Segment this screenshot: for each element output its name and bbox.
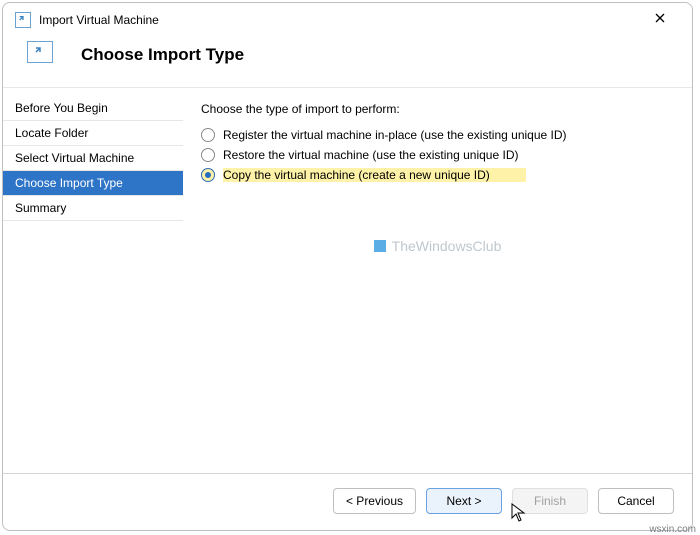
sidebar-item-choose-import-type[interactable]: Choose Import Type bbox=[3, 171, 183, 196]
wizard-content: Choose the type of import to perform: Re… bbox=[183, 88, 692, 473]
wizard-footer: < Previous Next > Finish Cancel bbox=[3, 473, 692, 530]
option-restore[interactable]: Restore the virtual machine (use the exi… bbox=[201, 148, 674, 162]
sidebar-item-label: Summary bbox=[15, 201, 66, 215]
wizard-body: Before You Begin Locate Folder Select Vi… bbox=[3, 88, 692, 473]
radio-icon[interactable] bbox=[201, 168, 215, 182]
watermark-icon bbox=[374, 240, 386, 252]
sidebar-item-label: Select Virtual Machine bbox=[15, 151, 134, 165]
sidebar-item-locate-folder[interactable]: Locate Folder bbox=[3, 121, 183, 146]
app-icon bbox=[15, 12, 31, 28]
radio-label: Restore the virtual machine (use the exi… bbox=[223, 148, 518, 162]
titlebar: Import Virtual Machine bbox=[3, 3, 692, 37]
sidebar-item-label: Locate Folder bbox=[15, 126, 88, 140]
cancel-button[interactable]: Cancel bbox=[598, 488, 674, 514]
radio-icon[interactable] bbox=[201, 148, 215, 162]
next-button[interactable]: Next > bbox=[426, 488, 502, 514]
finish-button: Finish bbox=[512, 488, 588, 514]
sidebar-item-label: Before You Begin bbox=[15, 101, 108, 115]
wizard-header: Choose Import Type bbox=[3, 37, 692, 87]
prompt-text: Choose the type of import to perform: bbox=[201, 102, 674, 116]
close-button[interactable] bbox=[640, 5, 680, 31]
wizard-dialog: Import Virtual Machine Choose Import Typ… bbox=[2, 2, 693, 531]
watermark: TheWindowsClub bbox=[201, 238, 674, 254]
previous-button[interactable]: < Previous bbox=[333, 488, 416, 514]
sidebar-item-select-virtual-machine[interactable]: Select Virtual Machine bbox=[3, 146, 183, 171]
source-attribution: wsxin.com bbox=[649, 524, 696, 535]
option-copy[interactable]: Copy the virtual machine (create a new u… bbox=[201, 168, 674, 182]
radio-label: Copy the virtual machine (create a new u… bbox=[223, 168, 526, 182]
sidebar-item-before-you-begin[interactable]: Before You Begin bbox=[3, 96, 183, 121]
option-register-in-place[interactable]: Register the virtual machine in-place (u… bbox=[201, 128, 674, 142]
radio-icon[interactable] bbox=[201, 128, 215, 142]
page-title: Choose Import Type bbox=[81, 45, 244, 65]
wizard-steps-sidebar: Before You Begin Locate Folder Select Vi… bbox=[3, 88, 183, 473]
watermark-text: TheWindowsClub bbox=[392, 238, 502, 254]
import-icon bbox=[27, 41, 53, 63]
window-title: Import Virtual Machine bbox=[39, 13, 640, 27]
sidebar-item-label: Choose Import Type bbox=[15, 176, 123, 190]
radio-label: Register the virtual machine in-place (u… bbox=[223, 128, 567, 142]
sidebar-item-summary[interactable]: Summary bbox=[3, 196, 183, 221]
